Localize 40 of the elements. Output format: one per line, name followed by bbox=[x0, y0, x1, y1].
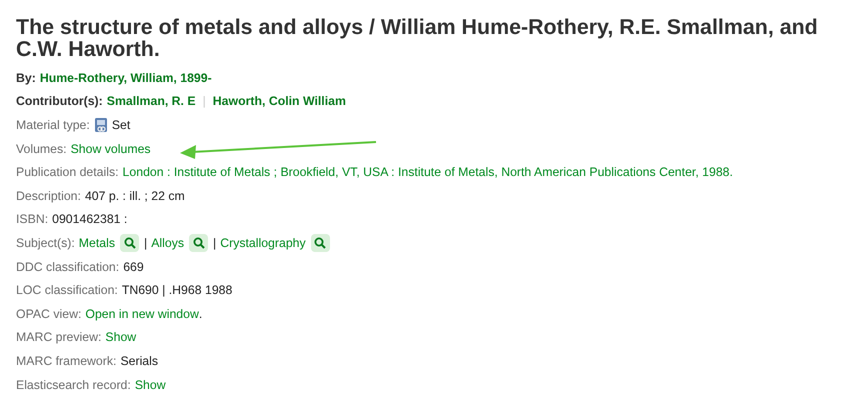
field-label: Contributor(s): bbox=[16, 94, 103, 108]
value-text: 407 p. : ill. ; 22 cm bbox=[84, 188, 185, 203]
link[interactable]: London : Institute of Metals ; Brookfield, VT, USA : Institute of Metals, North American Publications Center, 1988. bbox=[122, 165, 733, 180]
value-text: | bbox=[144, 236, 148, 250]
value-text: | bbox=[213, 236, 216, 250]
link[interactable]: Show volumes bbox=[70, 142, 151, 156]
value-text: 0901462381 : bbox=[52, 212, 128, 226]
field-label: ISBN: bbox=[16, 212, 48, 226]
link[interactable]: Hume-Rothery, William, 1899- bbox=[40, 70, 212, 85]
link[interactable]: Show bbox=[105, 330, 136, 344]
field-label: Subject(s): bbox=[16, 236, 75, 250]
field-label: Volumes: bbox=[16, 142, 67, 156]
search-button[interactable] bbox=[189, 234, 208, 252]
field-label: MARC framework: bbox=[16, 354, 116, 368]
field-label: Material type: bbox=[16, 118, 90, 132]
link[interactable]: Metals bbox=[78, 236, 115, 250]
value-text: TN690 | .H968 1988 bbox=[122, 283, 232, 298]
link[interactable]: Show bbox=[134, 378, 166, 392]
field-label: Description: bbox=[16, 188, 81, 203]
value-text: Set bbox=[112, 118, 130, 132]
field-label: By: bbox=[16, 70, 36, 85]
link[interactable]: Haworth, Colin William bbox=[212, 94, 346, 108]
link[interactable]: Smallman, R. E bbox=[106, 94, 196, 108]
field-label: LOC classification: bbox=[16, 283, 118, 298]
field-label: MARC preview: bbox=[16, 330, 102, 344]
field-label: DDC classification: bbox=[16, 260, 120, 274]
search-button[interactable] bbox=[310, 234, 330, 252]
link[interactable]: Crystallography bbox=[220, 236, 306, 250]
field-label: OPAC view: bbox=[16, 306, 82, 321]
record-title: The structure of metals and alloys / William Hume-Rothery, R.E. Smallman, and C.W. Haworth. bbox=[16, 16, 819, 60]
book-set-icon bbox=[94, 116, 108, 133]
link[interactable]: Alloys bbox=[151, 236, 184, 250]
link[interactable]: Open in new window bbox=[85, 306, 199, 321]
search-button[interactable] bbox=[120, 234, 139, 252]
value-text: Serials bbox=[120, 354, 158, 368]
value-text: 669 bbox=[123, 260, 144, 274]
field-label: Publication details: bbox=[16, 165, 119, 180]
separator: | bbox=[202, 94, 206, 108]
field-label: Elasticsearch record: bbox=[16, 378, 131, 392]
value-text: . bbox=[198, 306, 202, 321]
